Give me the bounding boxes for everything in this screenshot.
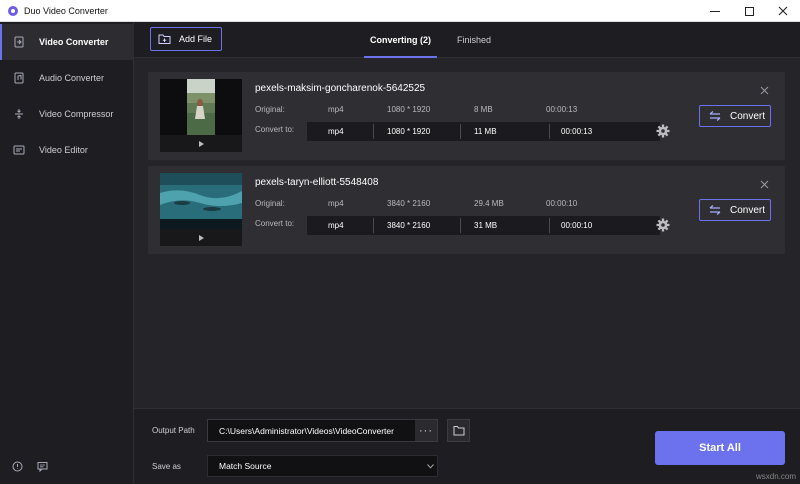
open-folder-button[interactable]	[447, 419, 470, 442]
swap-icon	[709, 111, 721, 121]
divider	[460, 124, 461, 139]
file-name: pexels-maksim-goncharenok-5642525	[255, 83, 426, 94]
divider	[373, 218, 374, 233]
save-as-select[interactable]: Match Source	[207, 455, 438, 477]
browse-path-button[interactable]: ···	[415, 420, 437, 441]
title-bar: Duo Video Converter	[0, 0, 800, 22]
target-resolution[interactable]: 1080 * 1920	[387, 127, 430, 136]
file-card: pexels-taryn-elliott-5548408 Original: m…	[148, 166, 785, 254]
window-controls	[698, 0, 800, 22]
original-resolution: 3840 * 2160	[387, 199, 431, 208]
convert-label: Convert	[730, 110, 766, 122]
original-size: 29.4 MB	[474, 199, 504, 208]
divider	[460, 218, 461, 233]
tab-converting[interactable]: Converting (2)	[363, 22, 438, 58]
divider	[373, 124, 374, 139]
target-size[interactable]: 31 MB	[474, 221, 497, 230]
target-size[interactable]: 11 MB	[474, 127, 497, 136]
editor-icon	[13, 144, 25, 156]
target-format[interactable]: mp4	[328, 221, 344, 230]
folder-icon	[453, 426, 464, 436]
swap-icon	[709, 205, 721, 215]
info-icon[interactable]	[12, 461, 23, 472]
add-file-button[interactable]: Add File	[150, 27, 222, 51]
gear-icon[interactable]	[656, 218, 670, 232]
convert-label: Convert	[730, 204, 766, 216]
convert-button[interactable]: Convert	[699, 199, 771, 221]
chevron-down-icon	[423, 463, 437, 469]
sidebar-item-label: Video Compressor	[39, 109, 114, 119]
convert-to-label: Convert to:	[255, 125, 295, 134]
target-format[interactable]: mp4	[328, 127, 344, 136]
thumbnail-image	[160, 173, 242, 229]
conversion-list: pexels-maksim-goncharenok-5642525 Origin…	[134, 58, 800, 408]
sidebar-item-video-converter[interactable]: Video Converter	[0, 24, 134, 60]
save-as-label: Save as	[152, 462, 181, 471]
divider	[549, 124, 550, 139]
start-all-button[interactable]: Start All	[655, 431, 785, 465]
target-resolution[interactable]: 3840 * 2160	[387, 221, 430, 230]
play-icon[interactable]	[160, 229, 242, 246]
sidebar-item-label: Video Editor	[39, 145, 88, 155]
original-duration: 00:00:10	[546, 199, 578, 208]
target-duration[interactable]: 00:00:10	[561, 221, 592, 230]
tab-label: Converting (2)	[370, 35, 432, 45]
maximize-icon[interactable]	[732, 0, 766, 22]
close-icon[interactable]	[760, 180, 769, 189]
close-icon[interactable]	[760, 86, 769, 95]
app-logo-icon	[8, 5, 18, 16]
audio-convert-icon	[13, 72, 25, 84]
add-file-icon	[158, 34, 171, 44]
output-settings-footer: Output Path C:\Users\Administrator\Video…	[134, 408, 800, 484]
original-duration: 00:00:13	[546, 105, 578, 114]
original-format: mp4	[328, 105, 344, 114]
convert-to-label: Convert to:	[255, 219, 295, 228]
original-size: 8 MB	[474, 105, 493, 114]
video-thumbnail[interactable]	[160, 173, 242, 246]
sidebar-item-video-compressor[interactable]: Video Compressor	[0, 96, 134, 132]
original-label: Original:	[255, 199, 285, 208]
feedback-icon[interactable]	[37, 461, 48, 472]
original-resolution: 1080 * 1920	[387, 105, 431, 114]
output-path-field[interactable]: C:\Users\Administrator\Videos\VideoConve…	[207, 419, 438, 442]
sidebar-item-audio-converter[interactable]: Audio Converter	[0, 60, 134, 96]
file-card: pexels-maksim-goncharenok-5642525 Origin…	[148, 72, 785, 160]
file-name: pexels-taryn-elliott-5548408	[255, 177, 379, 188]
sidebar-item-label: Audio Converter	[39, 73, 105, 83]
output-path-label: Output Path	[152, 426, 195, 435]
sidebar-bottom-tools	[12, 461, 48, 472]
gear-icon[interactable]	[656, 124, 670, 138]
original-label: Original:	[255, 105, 285, 114]
original-format: mp4	[328, 199, 344, 208]
close-icon[interactable]	[766, 0, 800, 22]
play-icon[interactable]	[160, 135, 242, 152]
watermark: wsxdn.com	[755, 472, 796, 481]
divider	[549, 218, 550, 233]
add-file-label: Add File	[179, 34, 213, 44]
target-duration[interactable]: 00:00:13	[561, 127, 592, 136]
tab-label: Finished	[457, 35, 492, 45]
convert-button[interactable]: Convert	[699, 105, 771, 127]
convert-settings-row[interactable]: mp4 3840 * 2160 31 MB 00:00:10	[307, 216, 660, 235]
tab-finished[interactable]: Finished	[457, 22, 491, 58]
video-thumbnail[interactable]	[160, 79, 242, 152]
sidebar: Video Converter Audio Converter Video Co…	[0, 22, 134, 484]
video-convert-icon	[13, 36, 25, 48]
toolbar: Add File Converting (2) Finished	[134, 22, 800, 58]
minimize-icon[interactable]	[698, 0, 732, 22]
sidebar-item-label: Video Converter	[39, 37, 109, 47]
compress-icon	[13, 108, 25, 120]
sidebar-item-video-editor[interactable]: Video Editor	[0, 132, 134, 168]
window-title: Duo Video Converter	[24, 5, 108, 16]
thumbnail-image	[160, 79, 242, 135]
save-as-value: Match Source	[219, 461, 272, 471]
output-path-value[interactable]: C:\Users\Administrator\Videos\VideoConve…	[208, 426, 415, 436]
convert-settings-row[interactable]: mp4 1080 * 1920 11 MB 00:00:13	[307, 122, 660, 141]
